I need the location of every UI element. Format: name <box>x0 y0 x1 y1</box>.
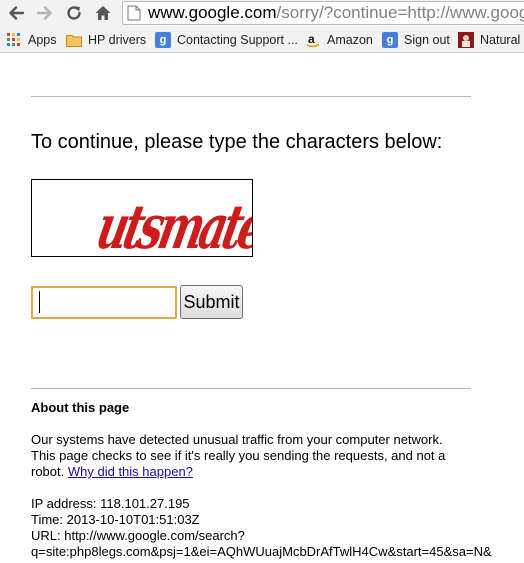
request-info: IP address: 118.101.27.195 Time: 2013-10… <box>31 496 492 560</box>
submit-button[interactable]: Submit <box>180 285 243 319</box>
page-icon <box>127 5 141 24</box>
captcha-characters: utsmate <box>91 191 252 256</box>
bookmark-sign-out[interactable]: g Sign out <box>382 31 450 49</box>
bottom-divider <box>31 388 471 389</box>
apps-grid-icon <box>6 32 22 48</box>
forward-button[interactable] <box>34 2 56 24</box>
ip-address: IP address: 118.101.27.195 <box>31 496 190 511</box>
bookmarks-bar: Apps HP drivers g Contacting Support ...… <box>0 28 524 53</box>
bookmark-favicon-icon <box>458 32 474 48</box>
folder-icon <box>66 32 82 48</box>
forward-arrow-icon <box>36 6 52 20</box>
google-icon: g <box>155 32 171 48</box>
bookmark-apps[interactable]: Apps <box>6 31 57 49</box>
captcha-image: utsmate <box>31 179 253 257</box>
bookmark-natural[interactable]: Natural L <box>458 31 524 49</box>
bookmark-contacting-support[interactable]: g Contacting Support ... <box>155 31 298 49</box>
timestamp: Time: 2013-10-10T01:51:03Z <box>31 512 200 527</box>
bookmark-label: HP drivers <box>88 33 147 47</box>
captcha-text-graphic: utsmate <box>91 191 252 256</box>
captcha-input[interactable] <box>31 286 177 319</box>
url-host: www.google.com <box>148 3 277 22</box>
home-button[interactable] <box>92 2 114 24</box>
bookmark-hp-drivers[interactable]: HP drivers <box>66 31 146 49</box>
home-icon <box>95 6 111 20</box>
bookmark-label: Amazon <box>327 33 373 47</box>
bookmark-label: Sign out <box>404 33 450 47</box>
svg-text:a: a <box>308 32 315 46</box>
address-bar[interactable]: www.google.com/sorry/?continue=http://ww… <box>122 1 524 25</box>
bookmark-label: Contacting Support ... <box>177 33 298 47</box>
top-divider <box>31 96 471 97</box>
captcha-prompt: To continue, please type the characters … <box>31 131 443 153</box>
back-button[interactable] <box>5 2 27 24</box>
amazon-icon: a <box>305 32 321 48</box>
url-text: www.google.com/sorry/?continue=http://ww… <box>148 3 524 23</box>
reload-button[interactable] <box>63 2 85 24</box>
reload-icon <box>67 6 81 20</box>
browser-toolbar: www.google.com/sorry/?continue=http://ww… <box>0 0 524 28</box>
google-icon: g <box>382 32 398 48</box>
about-paragraph: Our systems have detected unusual traffi… <box>31 432 451 480</box>
bookmark-label: Natural L <box>480 33 524 47</box>
bookmark-label: Apps <box>28 33 57 47</box>
why-link[interactable]: Why did this happen? <box>68 464 193 479</box>
request-url: URL: http://www.google.com/search? <box>31 528 245 543</box>
text-cursor <box>39 291 40 313</box>
about-heading: About this page <box>31 400 130 415</box>
url-path: /sorry/?continue=http://www.google <box>276 3 524 22</box>
request-query: q=site:php8legs.com&psj=1&ei=AQhWUuajMcb… <box>31 544 492 559</box>
back-arrow-icon <box>9 6 25 20</box>
bookmark-amazon[interactable]: a Amazon <box>305 31 373 49</box>
